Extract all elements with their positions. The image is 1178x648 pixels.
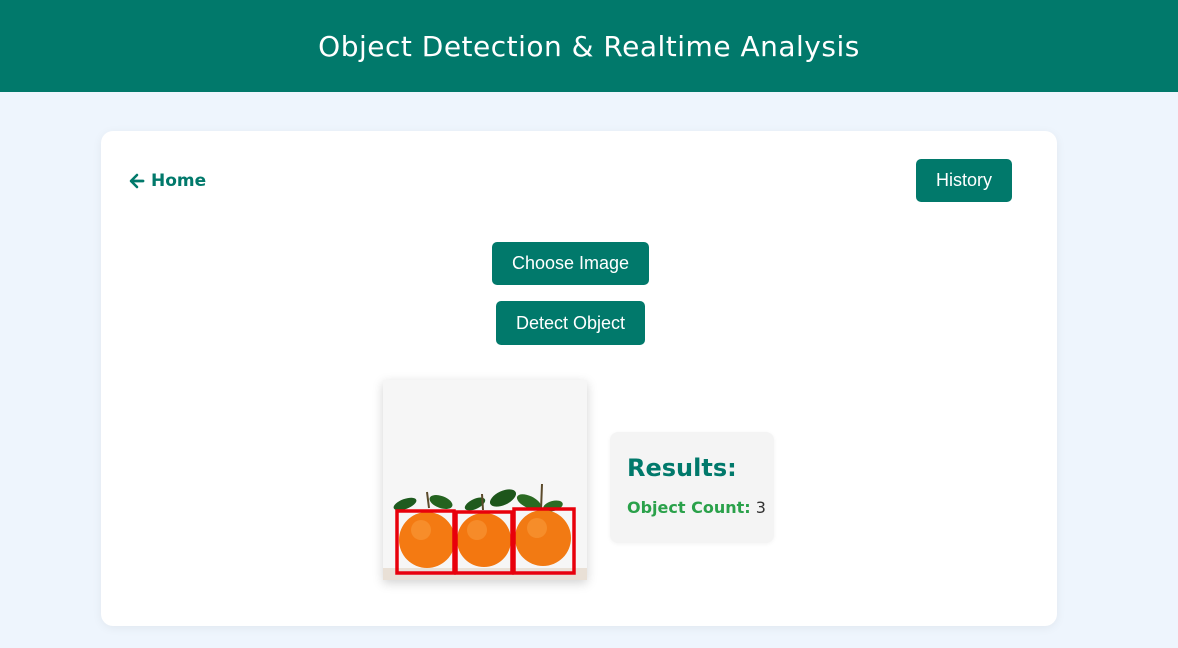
- home-link[interactable]: Home: [129, 171, 206, 191]
- page-title: Object Detection & Realtime Analysis: [318, 29, 860, 63]
- choose-image-button[interactable]: Choose Image: [492, 242, 649, 285]
- main-card: Home History Choose Image Detect Object: [101, 131, 1057, 626]
- object-count-value: 3: [755, 498, 766, 517]
- results-panel: Results: Object Count: 3: [610, 432, 774, 543]
- results-title: Results:: [627, 454, 737, 482]
- detection-result-image: [383, 380, 587, 580]
- object-count-label: Object Count:: [627, 498, 751, 517]
- object-count-row: Object Count: 3: [627, 498, 766, 517]
- arrow-left-icon: [129, 173, 145, 189]
- detect-object-button[interactable]: Detect Object: [496, 301, 645, 345]
- history-button[interactable]: History: [916, 159, 1012, 202]
- orange-fruit: [399, 510, 571, 568]
- app-header: Object Detection & Realtime Analysis: [0, 0, 1178, 92]
- home-link-label: Home: [151, 171, 207, 191]
